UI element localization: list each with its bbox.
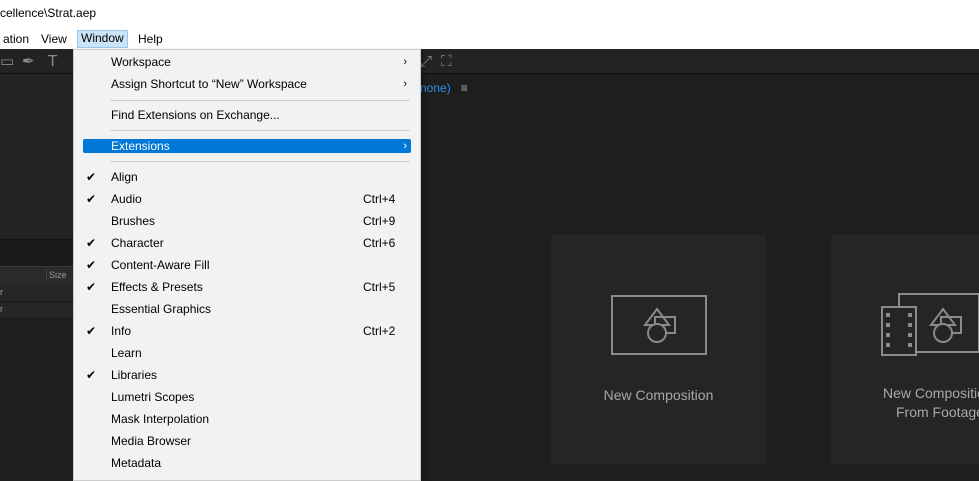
composition-header: none) ≡ (420, 81, 468, 95)
menu-item-shortcut: Ctrl+6 (363, 236, 396, 250)
menu-item-shortcut: Ctrl+4 (363, 192, 396, 206)
menu-item-label: Learn (111, 346, 142, 360)
project-panel: Size r r (0, 74, 74, 479)
menu-help[interactable]: Help (135, 31, 166, 47)
submenu-arrow-icon: › (403, 78, 407, 90)
menu-bar: ation View Window Help (0, 28, 979, 49)
column-size[interactable]: Size (46, 270, 67, 280)
checkmark-icon: ✔ (86, 170, 97, 184)
menu-item-label: Content-Aware Fill (111, 258, 210, 272)
menu-item-essential-graphics[interactable]: Essential Graphics (83, 300, 411, 318)
snapping-frame-icon[interactable]: ⛶ (441, 52, 452, 70)
new-composition-label: New Composition (603, 387, 714, 403)
menu-item-metadata[interactable]: Metadata (83, 454, 411, 472)
menu-item-shortcut: Ctrl+9 (363, 214, 396, 228)
project-row-label: r (0, 287, 3, 297)
menu-item-mask-interpolation[interactable]: Mask Interpolation (83, 410, 411, 428)
menu-item-label: Metadata (111, 456, 162, 470)
menu-item-label: Libraries (111, 368, 158, 382)
menu-item-extensions[interactable]: Extensions › (83, 139, 411, 153)
menu-separator (110, 161, 410, 162)
menu-item-brushes[interactable]: Brushes Ctrl+9 (83, 212, 411, 230)
menu-item-content-aware-fill[interactable]: ✔ Content-Aware Fill (83, 256, 411, 274)
menu-item-workspace[interactable]: Workspace › (83, 53, 411, 71)
menu-separator (110, 130, 410, 131)
menu-item-find-extensions[interactable]: Find Extensions on Exchange... (83, 106, 411, 124)
checkmark-icon: ✔ (86, 236, 97, 250)
checkmark-icon: ✔ (86, 258, 97, 272)
type-tool-icon[interactable]: T (48, 52, 57, 70)
menu-item-shortcut: Ctrl+5 (363, 280, 396, 294)
menu-item-label: Align (111, 170, 138, 184)
menu-item-libraries[interactable]: ✔ Libraries (83, 366, 411, 384)
panel-menu-icon[interactable]: ≡ (461, 81, 468, 95)
menu-item-label: Audio (111, 192, 142, 206)
menu-composition[interactable]: ation (0, 31, 32, 47)
menu-item-info[interactable]: ✔ Info Ctrl+2 (83, 322, 411, 340)
menu-item-label: Effects & Presets (111, 280, 203, 294)
menu-separator (110, 100, 410, 101)
window-title: cellence\Strat.aep (0, 6, 97, 20)
checkmark-icon: ✔ (86, 280, 97, 294)
checkmark-icon: ✔ (86, 192, 97, 206)
menu-item-label: Lumetri Scopes (111, 390, 195, 404)
rectangle-tool-icon[interactable]: ▭ (0, 52, 14, 70)
menu-item-align[interactable]: ✔ Align (83, 168, 411, 186)
menu-item-effects-presets[interactable]: ✔ Effects & Presets Ctrl+5 (83, 278, 411, 296)
new-from-footage-card[interactable]: New Compositio From Footage (831, 235, 979, 464)
pen-tool-icon[interactable]: ✒ (22, 52, 35, 70)
title-bar: cellence\Strat.aep (0, 0, 979, 28)
menu-item-label: Character (111, 236, 164, 250)
menu-item-label: Mask Interpolation (111, 412, 210, 426)
menu-item-label: Media Browser (111, 434, 192, 448)
new-from-footage-label-line1: New Compositio (883, 385, 979, 401)
menu-window[interactable]: Window (77, 30, 128, 48)
window-menu-dropdown: Workspace › Assign Shortcut to “New” Wor… (73, 49, 421, 481)
project-row[interactable]: r (0, 285, 74, 302)
checkmark-icon: ✔ (86, 324, 97, 338)
expand-arrows-icon[interactable]: ⤢ (420, 52, 432, 70)
menu-item-lumetri-scopes[interactable]: Lumetri Scopes (83, 388, 411, 406)
project-row[interactable]: r (0, 302, 74, 319)
new-composition-card[interactable]: New Composition (551, 235, 766, 464)
composition-name[interactable]: none) (420, 81, 451, 95)
project-panel-tabbar (0, 240, 74, 266)
menu-item-label: Brushes (111, 214, 156, 228)
menu-item-learn[interactable]: Learn (83, 344, 411, 362)
menu-item-shortcut: Ctrl+2 (363, 324, 396, 338)
menu-item-audio[interactable]: ✔ Audio Ctrl+4 (83, 190, 411, 208)
project-row-label: r (0, 304, 3, 314)
menu-item-media-browser[interactable]: Media Browser (83, 432, 411, 450)
menu-item-label: Info (111, 324, 132, 338)
new-from-footage-label-line2: From Footage (896, 404, 979, 420)
menu-view[interactable]: View (38, 31, 70, 47)
new-from-footage-icon (881, 293, 979, 356)
project-columns-header: Size (0, 266, 74, 286)
submenu-arrow-icon: › (403, 56, 407, 68)
checkmark-icon: ✔ (86, 368, 97, 382)
new-composition-icon (611, 295, 707, 355)
submenu-arrow-icon: › (403, 140, 407, 152)
menu-item-label: Essential Graphics (111, 302, 212, 316)
project-preview-area (0, 74, 74, 240)
menu-item-assign-shortcut[interactable]: Assign Shortcut to “New” Workspace › (83, 75, 411, 93)
menu-item-character[interactable]: ✔ Character Ctrl+6 (83, 234, 411, 252)
